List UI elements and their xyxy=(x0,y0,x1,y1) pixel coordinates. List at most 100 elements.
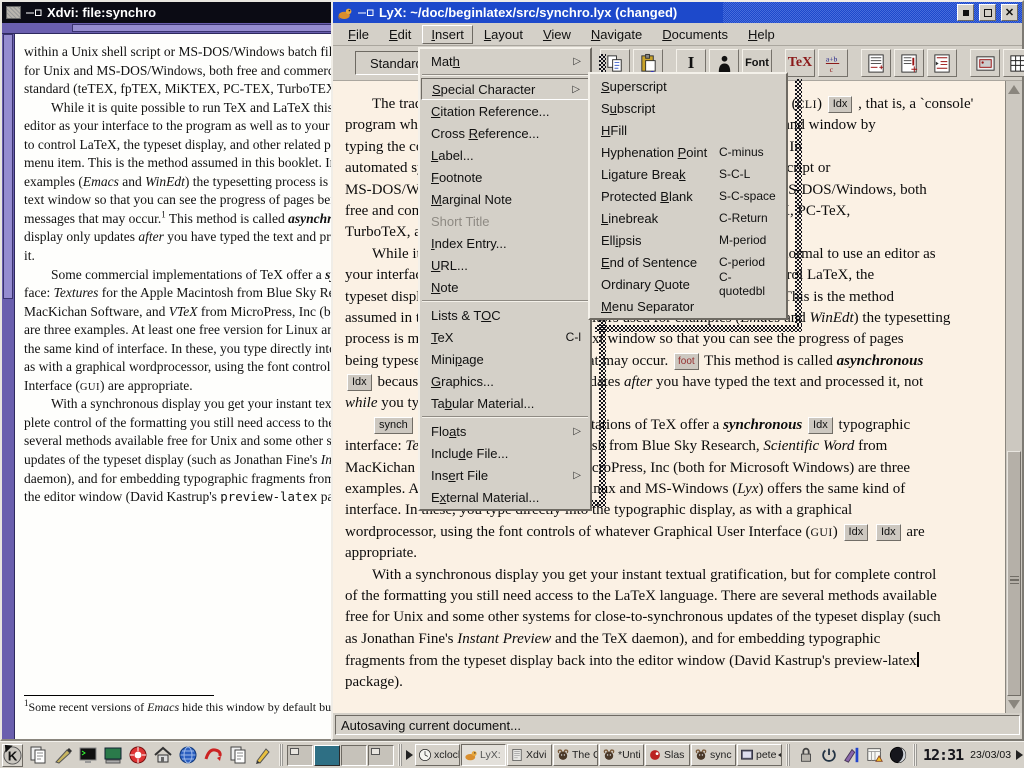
xdvi-vscrollbar[interactable] xyxy=(2,34,15,739)
idx-inset-button[interactable]: Idx xyxy=(808,417,833,434)
show-desktop-icon[interactable] xyxy=(50,743,75,767)
menubar-item-help[interactable]: Help xyxy=(739,25,784,44)
task-button-unti[interactable]: *Unti xyxy=(599,744,644,766)
insert-menu-item-footnote[interactable]: Footnote xyxy=(421,166,589,188)
task-button-lyx[interactable]: LyX: xyxy=(461,744,506,766)
task-button-the-g[interactable]: The G xyxy=(553,744,598,766)
special-menu-item-hfill[interactable]: HFill xyxy=(591,119,785,141)
panel-handle[interactable] xyxy=(913,744,917,766)
table-icon[interactable] xyxy=(1003,49,1024,77)
idx-inset-button[interactable]: Idx xyxy=(347,374,372,391)
scroll-up-icon[interactable] xyxy=(1008,85,1020,94)
xdvi-hscrollbar[interactable] xyxy=(2,23,346,34)
panel-handle[interactable] xyxy=(786,744,790,766)
insert-menu-item-index-entry[interactable]: Index Entry... xyxy=(421,232,589,254)
pager-desktop-2[interactable] xyxy=(314,745,340,766)
window-list-icon[interactable] xyxy=(25,743,50,767)
terminal-icon[interactable] xyxy=(75,743,100,767)
insert-menu-item-tex[interactable]: TeXC-l xyxy=(421,326,589,348)
menubar-item-layout[interactable]: Layout xyxy=(475,25,532,44)
index-inset-button[interactable]: synch xyxy=(374,417,413,434)
idx-inset-button[interactable]: Idx xyxy=(844,524,869,541)
digital-clock[interactable]: 12:31 xyxy=(921,746,965,764)
insert-menu-item-citation-reference[interactable]: Citation Reference... xyxy=(421,100,589,122)
special-menu-item-s-ubscript[interactable]: Subscript xyxy=(591,97,785,119)
special-menu-item-ordinary-quote[interactable]: Ordinary QuoteC-quotedbl xyxy=(591,273,785,295)
insert-menu-item-cross-reference[interactable]: Cross Reference... xyxy=(421,122,589,144)
special-menu-item-hyphenation-point[interactable]: Hyphenation PointC-minus xyxy=(591,141,785,163)
insert-menu-item-inclu-de-file[interactable]: Include File... xyxy=(421,442,589,464)
special-menu-item-menu-separator[interactable]: Menu Separator xyxy=(591,295,785,317)
scroll-down-icon[interactable] xyxy=(1008,700,1020,709)
menubar-item-edit[interactable]: Edit xyxy=(380,25,420,44)
footnote-icon[interactable] xyxy=(861,49,891,77)
insert-menu-item-label[interactable]: Label... xyxy=(421,144,589,166)
math-icon[interactable]: a+bc xyxy=(818,49,848,77)
menubar-item-navigate[interactable]: Navigate xyxy=(582,25,651,44)
lyx-vscrollbar[interactable] xyxy=(1005,81,1022,713)
panel-handle[interactable] xyxy=(279,744,283,766)
marginpar-icon[interactable] xyxy=(894,49,924,77)
pager-desktop-3[interactable] xyxy=(341,745,367,766)
date-display[interactable]: 23/03/03 xyxy=(967,749,1014,761)
documents-icon[interactable] xyxy=(225,743,250,767)
tex-button[interactable]: TeX xyxy=(785,49,815,77)
lyx-titlebar[interactable]: LyX: ~/doc/beginlatex/src/synchro.lyx (c… xyxy=(333,2,1022,23)
idx-inset-button[interactable]: Idx xyxy=(828,96,853,113)
insert-menu-item-ins-ert-file[interactable]: Insert File▷ xyxy=(421,464,589,486)
special-menu-item-superscript[interactable]: Superscript xyxy=(591,75,785,97)
depth-icon[interactable] xyxy=(927,49,957,77)
menubar-item-file[interactable]: File xyxy=(339,25,378,44)
insert-menu-item-ta-bular-material[interactable]: Tabular Material... xyxy=(421,392,589,414)
organizer-icon[interactable] xyxy=(863,744,886,767)
task-button-sync[interactable]: sync xyxy=(691,744,736,766)
task-button-xdvi[interactable]: Xdvi xyxy=(507,744,552,766)
xdvi-hscroll-thumb[interactable] xyxy=(72,24,346,32)
menubar-item-insert[interactable]: Insert xyxy=(422,25,473,44)
console-icon[interactable] xyxy=(100,743,125,767)
task-button-slas[interactable]: Slas xyxy=(645,744,690,766)
special-menu-item-linebreak[interactable]: LinebreakC-Return xyxy=(591,207,785,229)
insert-menu-item-flo-ats[interactable]: Floats▷ xyxy=(421,420,589,442)
insert-menu-item-url[interactable]: URL... xyxy=(421,254,589,276)
menubar-item-documents[interactable]: Documents xyxy=(653,25,737,44)
panel-handle[interactable] xyxy=(398,744,402,766)
panel-hide-button[interactable] xyxy=(1016,744,1023,766)
special-menu-item-ell-ipsis[interactable]: EllipsisM-period xyxy=(591,229,785,251)
moon-phase-icon[interactable] xyxy=(886,744,909,767)
browser-icon[interactable] xyxy=(175,743,200,767)
insert-menu-item-short-title[interactable]: Short Title xyxy=(421,210,589,232)
insert-menu-item-marginal-note[interactable]: Marginal Note xyxy=(421,188,589,210)
insert-menu-item-graphics[interactable]: Graphics... xyxy=(421,370,589,392)
help-icon[interactable] xyxy=(125,743,150,767)
lock-icon[interactable] xyxy=(794,744,817,767)
insert-menu-item-e-xternal-material[interactable]: External Material... xyxy=(421,486,589,508)
close-button[interactable]: ✕ xyxy=(1001,4,1018,21)
insert-menu-item-lists-t-oc[interactable]: Lists & TOC xyxy=(421,304,589,326)
special-menu-item-protected-blank[interactable]: Protected BlankS-C-space xyxy=(591,185,785,207)
menubar-item-view[interactable]: View xyxy=(534,25,580,44)
k-menu-button[interactable]: K xyxy=(2,744,23,767)
pager-desktop-1[interactable] xyxy=(287,745,313,766)
home-icon[interactable] xyxy=(150,743,175,767)
special-menu-item-ligature-brea-k[interactable]: Ligature BreakS-C-L xyxy=(591,163,785,185)
insert-menu-item-mat-h[interactable]: Math▷ xyxy=(421,50,589,72)
insert-menu-item-note[interactable]: Note xyxy=(421,276,589,298)
taskbar-scroll-left-button[interactable] xyxy=(406,744,413,766)
insert-menu-item-special-character[interactable]: Special Character▷ xyxy=(421,78,589,100)
klipper-icon[interactable] xyxy=(840,744,863,767)
lyx-vscroll-thumb[interactable] xyxy=(1007,451,1021,696)
xdvi-titlebar[interactable]: Xdvi: file:synchro xyxy=(2,2,346,23)
idx-inset-button[interactable]: Idx xyxy=(876,524,901,541)
xdvi-vscroll-thumb[interactable] xyxy=(3,34,13,299)
news-icon[interactable] xyxy=(200,743,225,767)
maximize-button[interactable] xyxy=(979,4,996,21)
figure-icon[interactable] xyxy=(970,49,1000,77)
footnote-inset-button[interactable]: foot xyxy=(674,353,699,370)
task-button-xclock[interactable]: xclock xyxy=(415,744,460,766)
editor-icon[interactable] xyxy=(250,743,275,767)
iconify-button[interactable] xyxy=(957,4,974,21)
insert-menu-item-mini-page[interactable]: Minipage xyxy=(421,348,589,370)
task-button-pete[interactable]: pete xyxy=(737,744,782,766)
logout-icon[interactable] xyxy=(817,744,840,767)
